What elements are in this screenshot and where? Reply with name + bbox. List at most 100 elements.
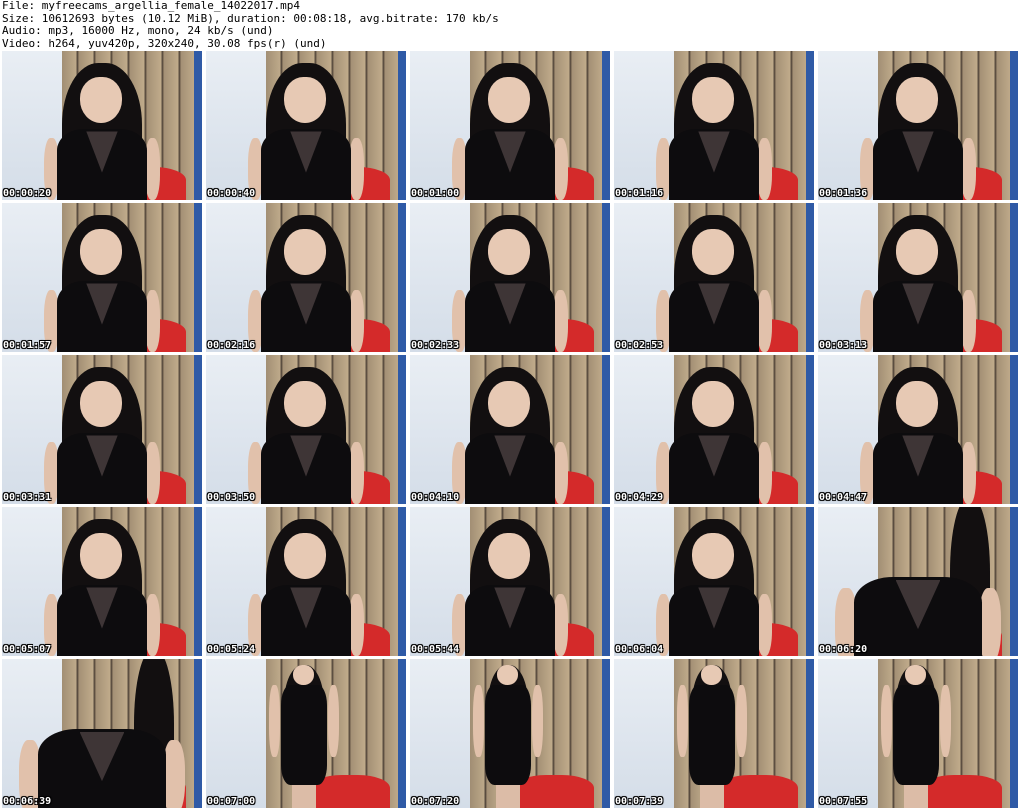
thumbnail-frame[interactable]: 00:01:16 bbox=[614, 51, 814, 200]
blue-post bbox=[806, 51, 814, 200]
blue-post bbox=[194, 659, 202, 808]
person-figure bbox=[859, 62, 977, 200]
blue-post bbox=[398, 203, 406, 352]
face bbox=[701, 664, 722, 685]
right-arm bbox=[144, 290, 161, 352]
face bbox=[79, 76, 123, 124]
person-figure bbox=[268, 664, 340, 808]
blue-post bbox=[602, 507, 610, 656]
face bbox=[79, 532, 123, 580]
thumbnail-frame[interactable]: 00:06:20 bbox=[818, 507, 1018, 656]
face bbox=[905, 664, 926, 685]
face bbox=[79, 380, 123, 428]
timestamp-label: 00:04:47 bbox=[819, 492, 868, 503]
thumbnail-frame[interactable]: 00:04:47 bbox=[818, 355, 1018, 504]
timestamp-label: 00:07:39 bbox=[615, 796, 664, 807]
timestamp-label: 00:05:07 bbox=[3, 644, 52, 655]
face bbox=[487, 532, 531, 580]
person-figure bbox=[247, 214, 365, 352]
blue-post bbox=[194, 507, 202, 656]
black-dress bbox=[892, 684, 940, 786]
blue-post bbox=[806, 659, 814, 808]
right-arm bbox=[162, 740, 186, 808]
thumbnail-frame[interactable]: 00:00:20 bbox=[2, 51, 202, 200]
legs bbox=[699, 785, 725, 808]
thumbnail-frame[interactable]: 00:01:57 bbox=[2, 203, 202, 352]
timestamp-label: 00:03:50 bbox=[207, 492, 256, 503]
thumbnail-frame[interactable]: 00:02:16 bbox=[206, 203, 406, 352]
blue-post bbox=[1010, 659, 1018, 808]
person-figure bbox=[880, 664, 952, 808]
right-arm bbox=[328, 684, 340, 757]
thumbnail-frame[interactable]: 00:07:55 bbox=[818, 659, 1018, 808]
timestamp-label: 00:00:40 bbox=[207, 188, 256, 199]
thumbnail-frame[interactable]: 00:01:00 bbox=[410, 51, 610, 200]
thumbnail-frame[interactable]: 00:05:07 bbox=[2, 507, 202, 656]
blue-post bbox=[194, 355, 202, 504]
timestamp-label: 00:01:36 bbox=[819, 188, 868, 199]
timestamp-label: 00:03:13 bbox=[819, 340, 868, 351]
timestamp-label: 00:05:44 bbox=[411, 644, 460, 655]
thumbnail-frame[interactable]: 00:03:13 bbox=[818, 203, 1018, 352]
thumbnail-frame[interactable]: 00:01:36 bbox=[818, 51, 1018, 200]
thumbnail-frame[interactable]: 00:07:00 bbox=[206, 659, 406, 808]
right-arm bbox=[756, 442, 773, 504]
right-arm bbox=[532, 684, 544, 757]
right-arm bbox=[978, 588, 1002, 656]
thumbnail-frame[interactable]: 00:03:31 bbox=[2, 355, 202, 504]
thumbnail-frame[interactable]: 00:05:24 bbox=[206, 507, 406, 656]
face bbox=[691, 532, 735, 580]
legs bbox=[291, 785, 317, 808]
left-arm bbox=[676, 684, 688, 757]
thumbnail-frame[interactable]: 00:05:44 bbox=[410, 507, 610, 656]
thumbnail-frame[interactable]: 00:04:29 bbox=[614, 355, 814, 504]
thumbnail-frame[interactable]: 00:07:20 bbox=[410, 659, 610, 808]
person-figure bbox=[451, 518, 569, 656]
right-arm bbox=[348, 138, 365, 200]
legs bbox=[903, 785, 929, 808]
blue-post bbox=[194, 203, 202, 352]
right-arm bbox=[348, 594, 365, 656]
right-arm bbox=[960, 442, 977, 504]
blue-post bbox=[1010, 507, 1018, 656]
right-arm bbox=[552, 442, 569, 504]
right-arm bbox=[552, 290, 569, 352]
file-name-line: File: myfreecams_argellia_female_1402201… bbox=[2, 0, 301, 12]
thumbnail-grid: 00:00:20 00:00:40 00:01:00 00:01:16 00:01:36… bbox=[2, 51, 1018, 808]
right-arm bbox=[348, 290, 365, 352]
thumbnail-frame[interactable]: 00:04:10 bbox=[410, 355, 610, 504]
blue-post bbox=[1010, 51, 1018, 200]
face bbox=[79, 228, 123, 276]
person-figure bbox=[247, 518, 365, 656]
face bbox=[487, 76, 531, 124]
thumbnail-frame[interactable]: 00:07:39 bbox=[614, 659, 814, 808]
timestamp-label: 00:01:16 bbox=[615, 188, 664, 199]
face bbox=[487, 380, 531, 428]
thumbnail-frame[interactable]: 00:00:40 bbox=[206, 51, 406, 200]
thumbnail-frame[interactable]: 00:02:53 bbox=[614, 203, 814, 352]
blue-post bbox=[806, 203, 814, 352]
thumbnail-frame[interactable]: 00:02:33 bbox=[410, 203, 610, 352]
person-figure bbox=[655, 214, 773, 352]
timestamp-label: 00:04:29 bbox=[615, 492, 664, 503]
face bbox=[283, 76, 327, 124]
left-arm bbox=[880, 684, 892, 757]
person-figure bbox=[43, 518, 161, 656]
blue-post bbox=[398, 355, 406, 504]
right-arm bbox=[756, 138, 773, 200]
person-figure bbox=[859, 366, 977, 504]
timestamp-label: 00:06:39 bbox=[3, 796, 52, 807]
face bbox=[691, 380, 735, 428]
right-arm bbox=[756, 594, 773, 656]
thumbnail-frame[interactable]: 00:06:39 bbox=[2, 659, 202, 808]
face bbox=[895, 76, 939, 124]
face bbox=[691, 228, 735, 276]
right-arm bbox=[144, 442, 161, 504]
thumbnail-frame[interactable]: 00:03:50 bbox=[206, 355, 406, 504]
face bbox=[283, 380, 327, 428]
person-figure bbox=[676, 664, 748, 808]
timestamp-label: 00:00:20 bbox=[3, 188, 52, 199]
blue-post bbox=[806, 507, 814, 656]
thumbnail-frame[interactable]: 00:06:04 bbox=[614, 507, 814, 656]
right-arm bbox=[960, 138, 977, 200]
